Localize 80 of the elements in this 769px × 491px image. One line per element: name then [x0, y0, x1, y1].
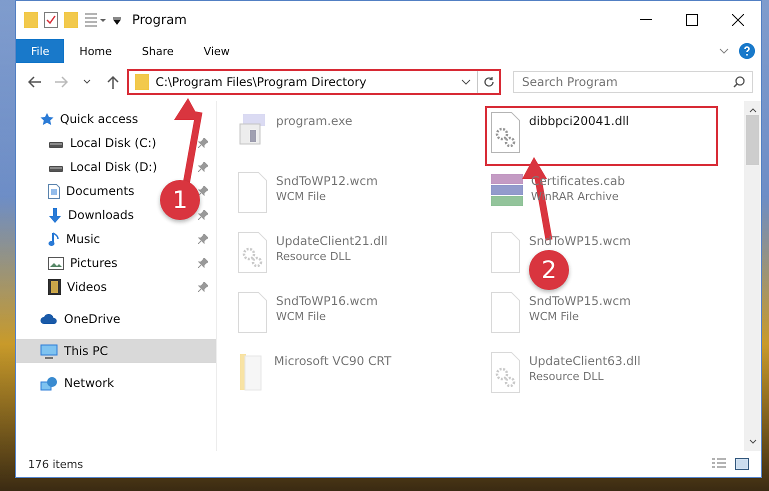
sidebar-item[interactable]: Pictures — [48, 256, 118, 270]
cloud-icon — [40, 313, 58, 325]
file-name[interactable]: SndToWP12.wcm — [276, 174, 378, 188]
file-name[interactable]: Microsoft VC90 CRT — [274, 354, 392, 368]
folder-icon — [135, 74, 150, 90]
picture-icon — [48, 256, 64, 270]
gear-file-icon — [491, 112, 521, 154]
sidebar-item[interactable]: Network — [40, 376, 114, 390]
gear-file-icon — [238, 232, 268, 274]
view-options-icon[interactable] — [84, 13, 106, 27]
sidebar-item[interactable]: Local Disk (C:) — [48, 136, 156, 150]
minimize-icon — [640, 19, 652, 21]
music-note-icon — [48, 232, 60, 246]
search-field[interactable]: Search Program — [513, 71, 754, 93]
sidebar-item[interactable]: Quick access — [40, 112, 138, 126]
ribbon-tab[interactable]: File — [16, 39, 64, 63]
properties-icon[interactable] — [44, 12, 58, 28]
file-name[interactable]: dibbpci20041.dll — [529, 114, 630, 128]
file-name[interactable]: UpdateClient21.dll — [276, 234, 388, 248]
pin-icon[interactable] — [198, 282, 208, 292]
caret-icon[interactable] — [112, 15, 122, 25]
pin-icon[interactable] — [198, 186, 208, 196]
left-arrow-icon — [28, 76, 42, 88]
pin-icon[interactable] — [198, 138, 208, 148]
scrollbar-thumb[interactable] — [746, 115, 759, 165]
program-icon — [238, 112, 268, 146]
help-icon[interactable] — [739, 43, 755, 59]
star-icon — [40, 112, 54, 126]
chevron-up-icon[interactable] — [748, 107, 756, 113]
sidebar-item[interactable]: Downloads — [48, 208, 134, 222]
details-view-icon[interactable] — [711, 458, 727, 470]
blank-file-icon — [238, 172, 268, 214]
gear-file-icon — [491, 352, 521, 394]
sidebar-item[interactable]: Local Disk (D:) — [48, 160, 158, 174]
blank-file-icon — [491, 292, 521, 334]
pin-icon[interactable] — [198, 210, 208, 220]
address-field[interactable]: C:\Program Files\Program Directory — [127, 69, 502, 95]
pin-icon[interactable] — [198, 258, 208, 268]
chevron-down-icon — [82, 79, 91, 85]
right-arrow-icon — [54, 76, 68, 88]
large-icons-view-icon[interactable] — [735, 458, 749, 470]
close-icon — [732, 14, 744, 26]
file-type: Resource DLL — [529, 370, 605, 383]
film-strip-icon — [48, 279, 61, 295]
file-name[interactable]: SndToWP16.wcm — [276, 294, 378, 308]
computer-icon — [40, 344, 58, 358]
ribbon-tab[interactable]: View — [188, 39, 245, 63]
sidebar-item[interactable]: Music — [48, 232, 100, 246]
stacked-books-icon — [491, 172, 523, 208]
window-title: Program — [132, 12, 187, 28]
blank-file-icon — [238, 292, 268, 334]
chevron-down-icon[interactable] — [748, 439, 756, 445]
file-name[interactable]: SndToWP15.wcm — [529, 234, 631, 248]
sidebar-item[interactable]: Documents — [48, 184, 134, 198]
network-globe-icon — [40, 376, 58, 390]
document-icon — [48, 184, 60, 198]
ribbon-tab[interactable]: Home — [64, 39, 127, 63]
pin-icon[interactable] — [198, 162, 208, 172]
sidebar-item[interactable]: Videos — [48, 279, 107, 295]
ribbon-tab[interactable]: Share — [126, 39, 189, 63]
maximize-icon — [686, 14, 698, 26]
item-count: 176 items — [28, 458, 84, 470]
file-type: WCM File — [529, 310, 580, 323]
scrollbar[interactable] — [744, 101, 761, 451]
sidebar-item[interactable]: This PC — [40, 344, 108, 358]
pin-icon[interactable] — [198, 234, 208, 244]
file-type: WCM File — [276, 310, 327, 323]
refresh-icon — [482, 76, 495, 88]
blank-file-icon — [491, 232, 521, 274]
file-type: Resource DLL — [276, 250, 352, 263]
up-arrow-icon — [106, 75, 118, 89]
file-type: WCM File — [276, 190, 327, 203]
sidebar-item[interactable]: OneDrive — [40, 312, 120, 326]
search-icon — [733, 76, 746, 88]
file-name[interactable]: program.exe — [276, 114, 352, 128]
file-name[interactable]: UpdateClient63.dll — [529, 354, 641, 368]
chevron-down-icon[interactable] — [461, 79, 472, 85]
chevron-down-icon[interactable] — [719, 48, 729, 54]
file-name[interactable]: SndToWP15.wcm — [529, 294, 631, 308]
download-arrow-icon — [48, 208, 62, 222]
